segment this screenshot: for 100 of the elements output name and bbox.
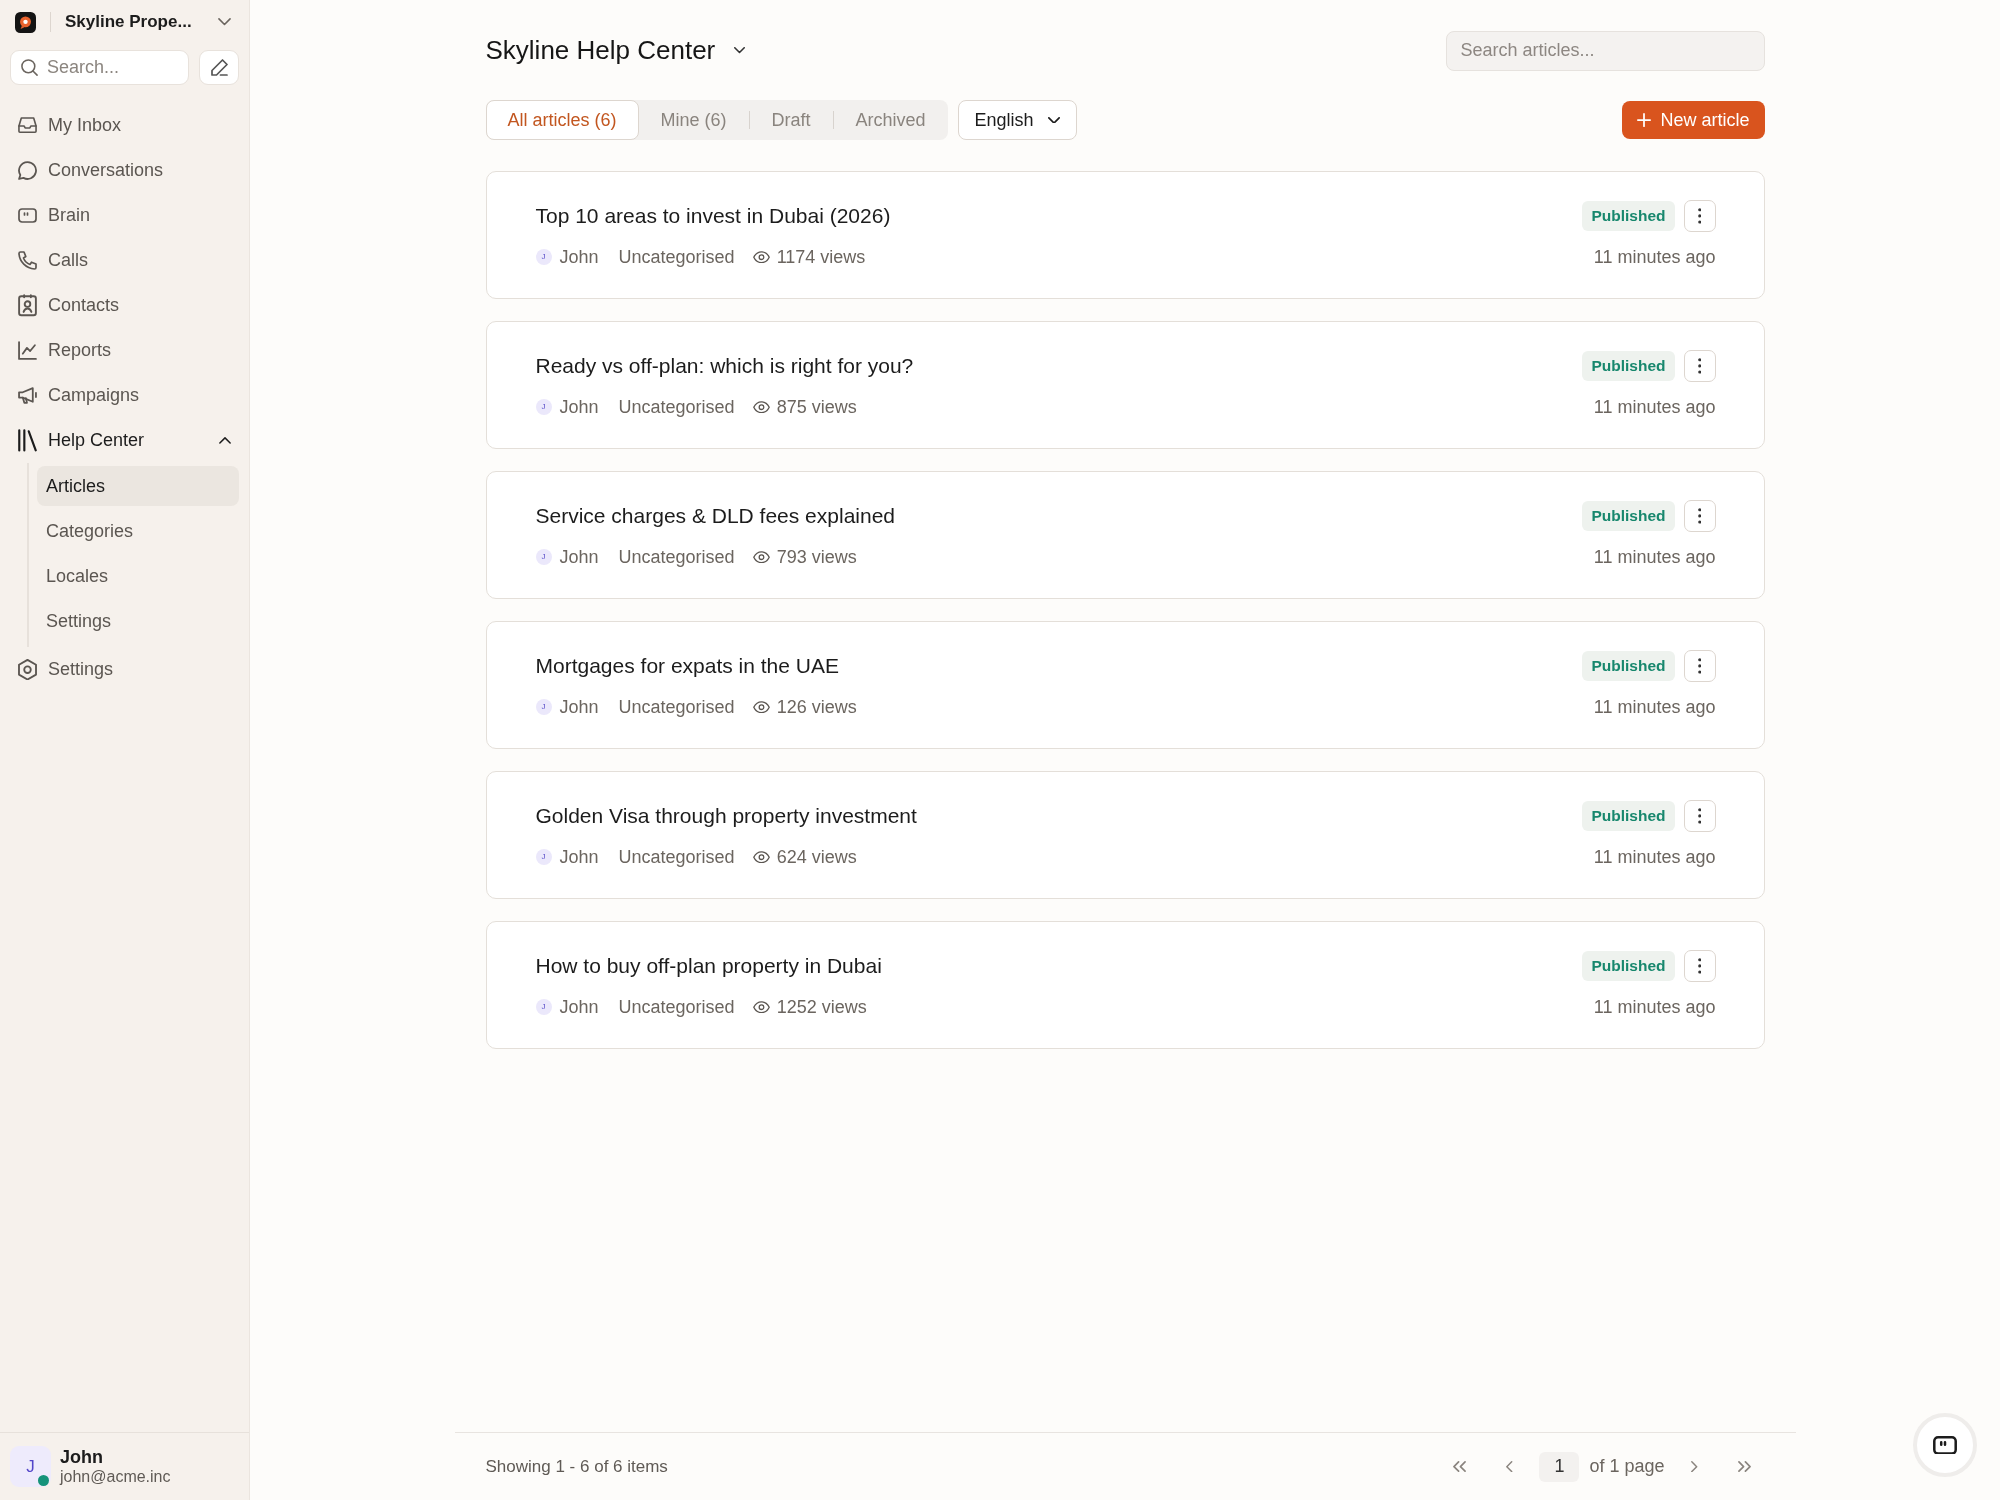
nav-item[interactable]: Brain	[10, 193, 239, 238]
author-avatar: J	[535, 999, 552, 1015]
nav-item[interactable]: Campaigns	[10, 373, 239, 418]
eye-icon	[752, 1000, 770, 1014]
article-category: Uncategorised	[618, 395, 735, 419]
author-avatar: J	[535, 249, 552, 265]
vertical-dots-icon	[1697, 508, 1702, 524]
status-badge: Published	[1582, 351, 1675, 381]
double-chevron-right-icon	[1738, 1460, 1751, 1473]
pencil-icon	[210, 59, 228, 76]
nav-item[interactable]: Reports	[10, 328, 239, 373]
nav-item[interactable]: My Inbox	[10, 103, 239, 148]
updated-time: 11 minutes ago	[1593, 395, 1716, 419]
more-options-button[interactable]	[1683, 500, 1716, 532]
article-category: Uncategorised	[618, 845, 735, 869]
double-chevron-left-icon	[1452, 1460, 1466, 1473]
eye-icon	[752, 550, 770, 564]
author-avatar: J	[535, 699, 552, 715]
author-avatar: J	[535, 849, 552, 865]
nav-item[interactable]: Contacts	[10, 283, 239, 328]
new-article-button[interactable]: New article	[1622, 101, 1765, 139]
updated-time: 11 minutes ago	[1593, 995, 1716, 1019]
author-name: John	[559, 245, 599, 269]
chevron-right-icon	[1691, 1460, 1698, 1473]
vertical-dots-icon	[1697, 208, 1702, 224]
nav-item[interactable]: Help Center	[10, 418, 239, 463]
chevron-left-icon	[1506, 1460, 1513, 1473]
article-card[interactable]: Top 10 areas to invest in Dubai (2026) Published J John Uncategorised 1174 views 11 minutes ago	[485, 171, 1765, 299]
author-name: John	[559, 995, 599, 1019]
view-count: 1252 views	[776, 995, 867, 1019]
megaphone-icon	[18, 387, 37, 404]
article-card[interactable]: Mortgages for expats in the UAE Published J John Uncategorised 126 views 11 minutes ago	[485, 621, 1765, 749]
more-options-button[interactable]	[1683, 950, 1716, 982]
article-card[interactable]: Golden Visa through property investment Published J John Uncategorised 624 views 11 minutes ago	[485, 771, 1765, 899]
view-count: 126 views	[776, 695, 857, 719]
view-count: 793 views	[776, 545, 857, 569]
more-options-button[interactable]	[1683, 200, 1716, 232]
eye-icon	[752, 850, 770, 864]
article-card[interactable]: How to buy off-plan property in Dubai Published J John Uncategorised 1252 views 11 minutes ago	[485, 921, 1765, 1049]
article-title[interactable]: Top 10 areas to invest in Dubai (2026)	[535, 200, 891, 232]
nav-subitem[interactable]: Articles	[37, 466, 239, 506]
author-name: John	[559, 545, 599, 569]
status-badge: Published	[1582, 801, 1675, 831]
page-input[interactable]: 1	[1539, 1451, 1580, 1482]
search-field[interactable]: Search...	[10, 50, 189, 85]
nav-subitem[interactable]: Categories	[37, 511, 239, 551]
user-name: John	[60, 1446, 104, 1467]
article-title[interactable]: Service charges & DLD fees explained	[535, 500, 896, 532]
more-options-button[interactable]	[1683, 650, 1716, 682]
line-chart-icon	[18, 341, 37, 360]
vertical-dots-icon	[1697, 958, 1702, 974]
quote-box-icon	[18, 208, 37, 223]
books-icon	[18, 429, 37, 452]
more-options-button[interactable]	[1683, 350, 1716, 382]
status-badge: Published	[1582, 501, 1675, 531]
status-badge: Published	[1582, 201, 1675, 231]
chevron-down-icon	[733, 47, 745, 54]
user-email: john@acme.inc	[60, 1466, 171, 1487]
author-name: John	[559, 845, 599, 869]
view-count: 1174 views	[776, 245, 866, 269]
search-icon	[21, 59, 38, 76]
article-card[interactable]: Service charges & DLD fees explained Published J John Uncategorised 793 views 11 minutes ago	[485, 471, 1765, 599]
nav-item[interactable]: Settings	[10, 647, 239, 692]
contact-card-icon	[18, 294, 37, 317]
article-title[interactable]: How to buy off-plan property in Dubai	[535, 950, 882, 982]
nav-subitem[interactable]: Locales	[37, 556, 239, 596]
plus-icon	[1637, 113, 1652, 127]
updated-time: 11 minutes ago	[1593, 545, 1716, 569]
settings-icon	[18, 658, 37, 681]
nav-item[interactable]: Conversations	[10, 148, 239, 193]
view-count: 875 views	[776, 395, 857, 419]
eye-icon	[752, 700, 770, 714]
status-badge: Published	[1582, 951, 1675, 981]
vertical-dots-icon	[1697, 658, 1702, 674]
vertical-dots-icon	[1697, 358, 1702, 374]
updated-time: 11 minutes ago	[1593, 845, 1716, 869]
chevron-down-icon	[218, 18, 231, 26]
filter-tab[interactable]: All articles (6)	[485, 100, 639, 140]
compose-button[interactable]	[199, 50, 239, 85]
vertical-dots-icon	[1697, 808, 1702, 824]
article-category: Uncategorised	[618, 995, 735, 1019]
nav-item[interactable]: Calls	[10, 238, 239, 283]
logo-icon	[15, 11, 36, 33]
quote-box-icon	[1933, 1435, 1957, 1455]
phone-icon	[18, 251, 37, 270]
more-options-button[interactable]	[1683, 800, 1716, 832]
pagination-summary: Showing 1 - 6 of 6 items	[485, 1455, 668, 1478]
article-title[interactable]: Ready vs off-plan: which is right for you?	[535, 350, 914, 382]
article-title[interactable]: Golden Visa through property investment	[535, 800, 917, 832]
avatar-initial: J	[26, 1455, 35, 1478]
eye-icon	[752, 400, 770, 414]
article-title[interactable]: Mortgages for expats in the UAE	[535, 650, 839, 682]
inbox-icon	[18, 117, 37, 134]
updated-time: 11 minutes ago	[1593, 695, 1716, 719]
article-card[interactable]: Ready vs off-plan: which is right for you? Published J John Uncategorised 875 views 11 minutes ago	[485, 321, 1765, 449]
workspace-switcher[interactable]: Skyline Prope...	[65, 9, 239, 35]
author-avatar: J	[535, 399, 552, 415]
article-search-field[interactable]: Search articles...	[1445, 30, 1765, 71]
nav-subitem[interactable]: Settings	[37, 601, 239, 641]
language-dropdown[interactable]: English	[957, 100, 1077, 140]
